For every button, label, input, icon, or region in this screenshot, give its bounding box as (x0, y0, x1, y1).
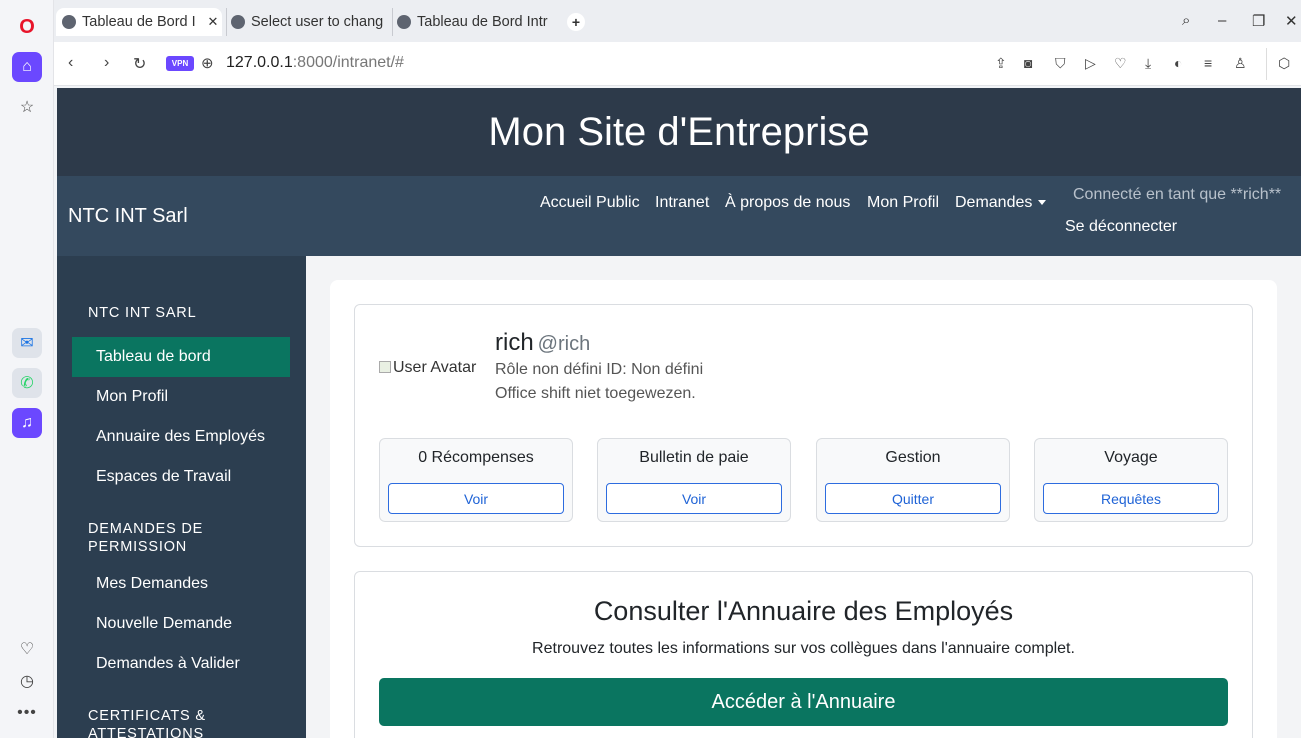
user-avatar: User Avatar (379, 359, 477, 377)
tab-title: Tableau de Bord Intr (417, 14, 548, 30)
nav-requests-label: Demandes (955, 194, 1033, 211)
account-icon[interactable]: ♙ (1234, 55, 1247, 72)
home-icon[interactable]: ⌂ (12, 52, 42, 82)
reload-icon[interactable]: ↻ (133, 54, 146, 74)
share-icon[interactable]: ⇪ (995, 55, 1007, 72)
divider (1266, 48, 1267, 80)
music-player-icon[interactable]: ♫ (12, 408, 42, 438)
widget-title: Voyage (1104, 449, 1158, 466)
back-icon[interactable]: ‹ (68, 54, 73, 72)
download-icon[interactable]: ⤓ (1145, 55, 1151, 72)
camera-icon[interactable]: ◙ (1024, 55, 1032, 71)
user-shift: Office shift niet toegewezen. (495, 385, 696, 402)
forward-icon[interactable]: › (104, 54, 109, 72)
new-tab-button[interactable]: + (567, 13, 585, 31)
nav-about-link[interactable]: À propos de nous (725, 194, 850, 212)
heart-icon[interactable]: ♡ (1114, 55, 1127, 72)
widget-title: Bulletin de paie (639, 449, 749, 466)
tab-title: Tableau de Bord I (82, 14, 196, 30)
user-display-name: rich (495, 329, 534, 356)
browser-tab-active[interactable]: Tableau de Bord I ✕ (56, 8, 222, 36)
sidebar-item-directory[interactable]: Annuaire des Employés (72, 417, 290, 457)
widget-payslip: Bulletin de paie Voir (597, 438, 791, 522)
web-page: Mon Site d'Entreprise NTC INT Sarl Accue… (57, 88, 1301, 738)
url-host: 127.0.0.1 (226, 54, 293, 71)
send-icon[interactable]: ▷ (1085, 55, 1096, 72)
widget-rewards: 0 Récompenses Voir (379, 438, 573, 522)
window-close-icon[interactable]: ✕ (1285, 12, 1298, 30)
globe-icon (231, 15, 245, 29)
top-navbar: NTC INT Sarl Accueil Public Intranet À p… (57, 176, 1301, 256)
widget-title: 0 Récompenses (418, 449, 534, 466)
opera-logo-icon[interactable]: O (12, 12, 42, 42)
sidebar-section-title: DEMANDES DE PERMISSION (88, 521, 204, 555)
globe-icon (62, 15, 76, 29)
nav-home-link[interactable]: Accueil Public (540, 194, 640, 212)
user-role: Rôle non défini ID: Non défini (495, 361, 704, 378)
restore-icon[interactable]: ❐ (1252, 12, 1265, 30)
tab-bar: Tableau de Bord I ✕ Select user to chang… (54, 0, 1301, 42)
shield-icon[interactable]: ⛉ (1055, 55, 1066, 72)
rewards-view-button[interactable]: Voir (388, 483, 564, 514)
browser-tab[interactable]: Tableau de Bord Intr (392, 8, 560, 36)
battery-icon[interactable]: ◐ (1174, 55, 1182, 71)
broken-image-icon (379, 361, 391, 373)
main-content: User Avatar rich @rich Rôle non défini ID… (330, 280, 1277, 738)
chevron-down-icon (1038, 200, 1047, 206)
history-icon[interactable]: ◷ (12, 666, 42, 696)
address-bar: ‹ › ↻ VPN ⊕ 127.0.0.1:8000/intranet/# ⇪ … (54, 42, 1301, 86)
sidebar-section-title: CERTIFICATS & ATTESTATIONS (88, 708, 206, 738)
widget-travel: Voyage Requêtes (1034, 438, 1228, 522)
sidebar-item-workspaces[interactable]: Espaces de Travail (72, 457, 290, 497)
url-field[interactable]: 127.0.0.1:8000/intranet/# (226, 54, 404, 72)
nav-profile-link[interactable]: Mon Profil (867, 194, 939, 212)
search-icon[interactable]: ⌕ (1182, 12, 1190, 29)
travel-requests-button[interactable]: Requêtes (1043, 483, 1219, 514)
extensions-icon[interactable]: ⬡ (1278, 55, 1290, 72)
sidebar-item-requests-to-validate[interactable]: Demandes à Valider (72, 644, 290, 684)
app-sidebar: NTC INT SARL Tableau de bord Mon Profil … (57, 256, 306, 738)
messenger-icon[interactable]: ✉ (12, 328, 42, 358)
browser-tab[interactable]: Select user to chang (226, 8, 388, 36)
profile-card: User Avatar rich @rich Rôle non défini ID… (354, 304, 1253, 547)
management-quit-button[interactable]: Quitter (825, 483, 1001, 514)
whatsapp-icon[interactable]: ✆ (12, 368, 42, 398)
sidebar-item-dashboard[interactable]: Tableau de bord (72, 337, 290, 377)
heart-icon[interactable]: ♡ (12, 634, 42, 664)
avatar-alt-text: User Avatar (393, 359, 477, 376)
globe-icon (397, 15, 411, 29)
sidebar-item-my-requests[interactable]: Mes Demandes (72, 564, 290, 604)
minimize-icon[interactable]: – (1218, 12, 1226, 29)
widget-management: Gestion Quitter (816, 438, 1010, 522)
logout-link[interactable]: Se déconnecter (1065, 218, 1177, 236)
sidebar-item-new-request[interactable]: Nouvelle Demande (72, 604, 290, 644)
url-path: :8000/intranet/# (292, 54, 404, 71)
site-title: Mon Site d'Entreprise (57, 88, 1301, 176)
site-info-icon[interactable]: ⊕ (201, 54, 214, 72)
menu-icon[interactable]: ≡ (1204, 55, 1212, 71)
open-directory-button[interactable]: Accéder à l'Annuaire (379, 678, 1228, 726)
user-name: rich @rich (495, 329, 590, 357)
directory-card: Consulter l'Annuaire des Employés Retrou… (354, 571, 1253, 738)
user-handle: @rich (537, 333, 591, 355)
tab-title: Select user to chang (251, 14, 384, 30)
nav-requests-dropdown[interactable]: Demandes (955, 194, 1047, 212)
widget-title: Gestion (885, 449, 941, 466)
connected-user-text: Connecté en tant que **rich** (1073, 186, 1282, 203)
directory-subtitle: Retrouvez toutes les informations sur vo… (532, 640, 1075, 657)
directory-title: Consulter l'Annuaire des Employés (593, 596, 1014, 626)
star-icon[interactable]: ☆ (12, 92, 42, 122)
vpn-badge[interactable]: VPN (166, 56, 194, 71)
more-icon[interactable]: ••• (12, 698, 42, 728)
browser-sidebar: O ⌂ ☆ ✉ ✆ ♫ ♡ ◷ ••• (0, 0, 54, 738)
sidebar-section-title: NTC INT SARL (88, 305, 197, 321)
close-icon[interactable]: ✕ (204, 14, 222, 30)
payslip-view-button[interactable]: Voir (606, 483, 782, 514)
sidebar-item-profile[interactable]: Mon Profil (72, 377, 290, 417)
nav-intranet-link[interactable]: Intranet (655, 194, 709, 212)
